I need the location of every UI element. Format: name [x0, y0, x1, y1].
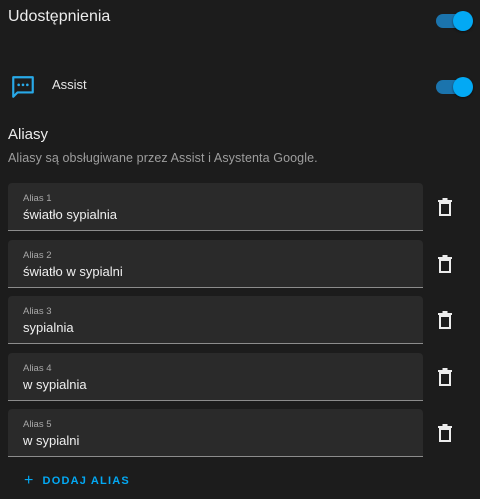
alias-field-value[interactable]: w sypialni	[23, 433, 79, 448]
alias-field[interactable]: Alias 5 w sypialni	[8, 409, 423, 457]
alias-field[interactable]: Alias 3 sypialnia	[8, 296, 423, 344]
alias-field-label: Alias 3	[23, 306, 52, 317]
add-alias-button[interactable]: + DODAJ ALIAS	[24, 472, 130, 489]
alias-field[interactable]: Alias 1 światło sypialnia	[8, 183, 423, 231]
toggle-knob	[453, 77, 473, 97]
plus-icon: +	[24, 472, 35, 489]
assist-toggle[interactable]	[436, 77, 473, 97]
trash-icon[interactable]	[437, 255, 453, 273]
alias-field[interactable]: Alias 2 światło w sypialni	[8, 240, 423, 288]
trash-icon[interactable]	[437, 424, 453, 442]
trash-icon[interactable]	[437, 198, 453, 216]
alias-field-label: Alias 4	[23, 363, 52, 374]
alias-field-label: Alias 1	[23, 193, 52, 204]
sharing-title: Udostępnienia	[8, 8, 111, 25]
alias-field-value[interactable]: sypialnia	[23, 320, 74, 335]
sharing-toggle[interactable]	[436, 11, 473, 31]
aliases-description: Aliasy są obsługiwane przez Assist i Asy…	[8, 151, 318, 165]
alias-field[interactable]: Alias 4 w sypialnia	[8, 353, 423, 401]
message-processing-icon	[12, 76, 34, 98]
trash-icon[interactable]	[437, 368, 453, 386]
assist-label: Assist	[52, 77, 87, 92]
alias-field-value[interactable]: światło w sypialni	[23, 264, 123, 279]
alias-field-label: Alias 2	[23, 250, 52, 261]
aliases-title: Aliasy	[8, 126, 49, 143]
trash-icon[interactable]	[437, 311, 453, 329]
add-alias-label: DODAJ ALIAS	[42, 475, 130, 487]
alias-field-value[interactable]: w sypialnia	[23, 377, 87, 392]
alias-field-label: Alias 5	[23, 419, 52, 430]
alias-field-value[interactable]: światło sypialnia	[23, 207, 117, 222]
toggle-knob	[453, 11, 473, 31]
